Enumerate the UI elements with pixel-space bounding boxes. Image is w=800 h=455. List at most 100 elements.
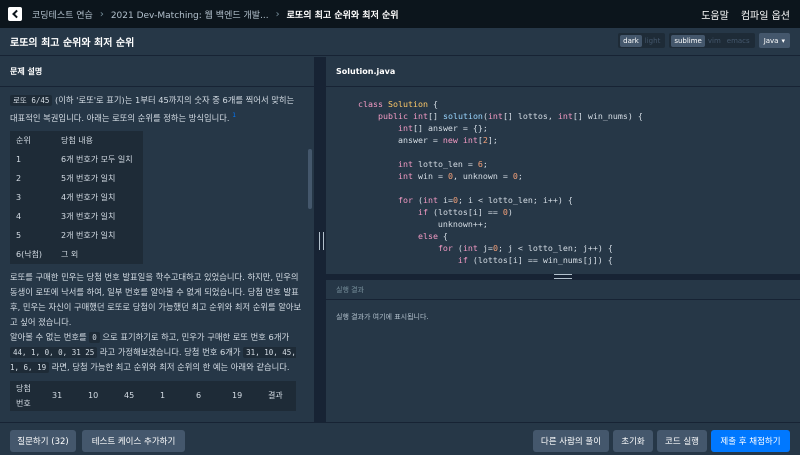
keymap-emacs-option[interactable]: emacs <box>724 37 753 45</box>
inline-code: 0 <box>89 331 100 343</box>
table-cell: 1 <box>16 154 22 164</box>
code-editor-panel[interactable]: Solution.java class Solution { public in… <box>326 57 800 274</box>
table-row: 5 2개 번호가 일치 <box>10 226 143 245</box>
theme-dark-option[interactable]: dark <box>620 34 642 47</box>
result-heading: 실행 결과 <box>326 280 800 300</box>
inline-code: 44, 1, 0, 0, 31 25 <box>10 346 98 358</box>
drag-handle-icon[interactable] <box>554 274 572 279</box>
table-cell: 4 <box>16 211 22 221</box>
table-cell: 19 <box>232 391 243 401</box>
table-row: 4 3개 번호가 일치 <box>10 207 143 226</box>
keymap-toggle: sublime vim emacs <box>669 33 755 48</box>
paragraph-text: 알아볼 수 없는 번호를 <box>10 331 87 342</box>
table-row: 당첨 번호 31 10 45 1 6 19 결과 <box>10 381 296 411</box>
table-header-cell: 당첨 내용 <box>61 135 93 145</box>
table-cell: 그 외 <box>61 249 79 259</box>
result-panel: 실행 결과 실행 결과가 여기에 표시됩니다. <box>326 280 800 422</box>
table-cell: 3개 번호가 일치 <box>61 211 116 221</box>
result-output: 실행 결과가 여기에 표시됩니다. <box>336 313 429 321</box>
table-row: 1 6개 번호가 모두 일치 <box>10 150 143 169</box>
example-table: 당첨 번호 31 10 45 1 6 19 결과 <box>10 380 296 411</box>
theme-light-option[interactable]: light <box>642 37 664 45</box>
table-cell: 5개 번호가 일치 <box>61 173 116 183</box>
table-cell: 1 <box>160 391 166 401</box>
language-select-value: Java <box>763 36 779 45</box>
code-editor[interactable]: class Solution { public int[] solution(i… <box>326 87 800 266</box>
challenge-title-bar: 로또의 최고 순위와 최저 순위 dark light sublime vim … <box>0 28 800 56</box>
footnote-link[interactable]: 1 <box>232 112 236 119</box>
paragraph-text: 라면, 당첨 가능한 최고 순위와 최저 순위의 한 예는 아래와 같습니다. <box>51 361 290 372</box>
page-title: 로또의 최고 순위와 최저 순위 <box>10 38 135 49</box>
inline-code: 로또 6/45 <box>10 95 53 106</box>
code-line: int lotto_len = 6; <box>397 159 488 169</box>
add-test-case-button[interactable]: 테스트 케이스 추가하기 <box>82 430 185 452</box>
editor-options: dark light sublime vim emacs Java ▾ <box>618 33 790 48</box>
chevron-right-icon: › <box>275 8 280 20</box>
compile-options-link[interactable]: 컴파일 옵션 <box>741 7 790 22</box>
code-line: answer = new int[2]; <box>358 135 498 145</box>
ask-question-button[interactable]: 질문하기 (32) <box>10 430 76 452</box>
table-header-row: 순위 당첨 내용 <box>10 131 143 150</box>
others-solutions-button[interactable]: 다른 사람의 풀이 <box>533 430 609 452</box>
table-row: 2 5개 번호가 일치 <box>10 169 143 188</box>
language-select[interactable]: Java ▾ <box>758 33 790 48</box>
code-line: class Solution { <box>358 99 438 109</box>
rank-table: 순위 당첨 내용 1 6개 번호가 모두 일치 2 5개 번호가 일치 3 4개… <box>10 130 143 264</box>
run-code-button[interactable]: 코드 실행 <box>657 430 707 452</box>
problem-description-panel[interactable]: 문제 설명 로또 6/45 (이하 '로또'로 표기)는 1부터 45까지의 숫… <box>0 57 314 422</box>
table-header-cell: 결과 <box>268 391 283 401</box>
theme-toggle: dark light <box>618 33 666 48</box>
code-line: int[] answer = {}; <box>397 123 488 133</box>
code-line: unknown++; <box>358 219 488 229</box>
table-row: 6(낙첨) 그 외 <box>10 245 143 264</box>
table-cell: 5 <box>16 230 22 240</box>
description-heading: 문제 설명 <box>0 57 314 87</box>
table-cell: 45 <box>124 391 135 401</box>
submit-button[interactable]: 제출 후 채점하기 <box>711 430 790 452</box>
table-row: 3 4개 번호가 일치 <box>10 188 143 207</box>
code-line: for (int i=0; i < lotto_len; i++) { <box>397 195 573 205</box>
editor-filename: Solution.java <box>326 57 800 87</box>
reset-button[interactable]: 초기화 <box>613 430 653 452</box>
code-line: if (lottos[i] == win_nums[j]) { <box>457 255 613 265</box>
table-cell: 4개 번호가 일치 <box>61 192 116 202</box>
table-cell: 10 <box>88 391 99 401</box>
description-paragraph-3: 알아볼 수 없는 번호를 0 으로 표기하기로 하고, 민우가 구매한 로또 번… <box>10 330 304 375</box>
table-header-cell: 순위 <box>16 135 31 145</box>
description-paragraph-1: 로또 6/45 (이하 '로또'로 표기)는 1부터 45까지의 숫자 중 6개… <box>10 93 304 126</box>
keymap-vim-option[interactable]: vim <box>705 37 724 45</box>
breadcrumb-item-current: 로또의 최고 순위와 최저 순위 <box>286 10 399 21</box>
chevron-right-icon: › <box>99 8 104 20</box>
table-cell: 6개 번호가 모두 일치 <box>61 154 133 164</box>
breadcrumb-item-category[interactable]: 2021 Dev-Matching: 웹 백엔드 개발... <box>111 8 269 21</box>
programmers-logo-icon[interactable] <box>8 7 22 21</box>
description-scrollbar[interactable] <box>308 149 312 209</box>
table-cell: 2 <box>16 173 22 183</box>
table-cell: 3 <box>16 192 22 202</box>
table-cell: 2개 번호가 일치 <box>61 230 116 240</box>
table-header-cell: 당첨 번호 <box>16 383 31 408</box>
table-cell: 6 <box>196 391 202 401</box>
code-line: for (int j=0; j < lotto_len; j++) { <box>437 243 613 253</box>
help-link[interactable]: 도움말 <box>701 7 729 22</box>
table-cell: 6(낙첨) <box>16 249 43 259</box>
paragraph-text: 라고 가정해보겠습니다. 당첨 번호 6개가 <box>99 346 241 357</box>
top-nav: 코딩테스트 연습 › 2021 Dev-Matching: 웹 백엔드 개발..… <box>0 0 800 28</box>
paragraph-text: (이하 '로또'로 표기)는 1부터 45까지의 숫자 중 6개를 찍어서 맞히… <box>10 95 295 123</box>
code-line: if (lottos[i] == 0) <box>417 207 513 217</box>
table-cell: 31 <box>52 391 63 401</box>
code-line: public int[] solution(int[] lottos, int[… <box>377 111 643 121</box>
nav-actions: 도움말 컴파일 옵션 <box>701 0 790 28</box>
keymap-sublime-option[interactable]: sublime <box>671 34 705 47</box>
paragraph-text: 으로 표기하기로 하고, 민우가 구매한 로또 번호 6개가 <box>102 331 290 342</box>
code-line: int win = 0, unknown = 0; <box>397 171 523 181</box>
breadcrumb-item-practice[interactable]: 코딩테스트 연습 <box>32 8 93 21</box>
drag-handle-icon[interactable] <box>319 232 324 250</box>
breadcrumb: 코딩테스트 연습 › 2021 Dev-Matching: 웹 백엔드 개발..… <box>32 8 399 21</box>
description-body: 로또 6/45 (이하 '로또'로 표기)는 1부터 45까지의 숫자 중 6개… <box>0 87 314 411</box>
bottom-action-bar: 질문하기 (32) 테스트 케이스 추가하기 다른 사람의 풀이 초기화 코드 … <box>0 422 800 455</box>
description-paragraph-2: 로또를 구매한 민우는 당첨 번호 발표일을 학수고대하고 있었습니다. 하지만… <box>10 271 302 327</box>
code-line: else { <box>417 231 448 241</box>
